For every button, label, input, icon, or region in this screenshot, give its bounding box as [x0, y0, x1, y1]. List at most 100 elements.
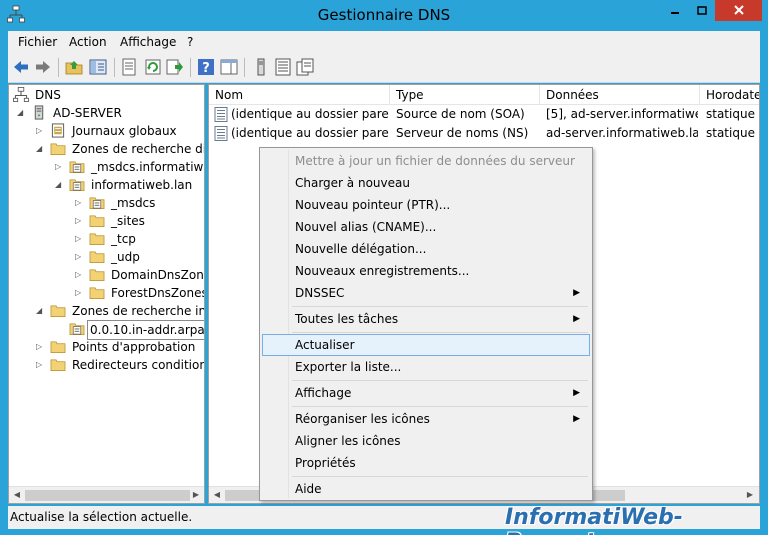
expand-icon[interactable]: ▷	[75, 234, 84, 244]
tree-label: DNS	[35, 88, 61, 102]
zone-icon	[69, 179, 85, 191]
tree-label: _msdcs.informatiweb	[91, 160, 204, 174]
tree-item-udp[interactable]: ▷ _udp	[75, 248, 203, 266]
tree-label: _udp	[111, 250, 140, 264]
tree-label: 0.0.10.in-addr.arpa	[87, 320, 204, 340]
title-bar[interactable]: Gestionnaire DNS	[0, 0, 768, 30]
folder-icon	[50, 305, 66, 317]
menu-separator	[292, 380, 588, 381]
up-folder-icon[interactable]	[65, 58, 83, 76]
expand-icon[interactable]: ▷	[75, 198, 84, 208]
tree-label: Zones de recherche direc	[72, 142, 205, 156]
refresh-icon[interactable]	[144, 58, 162, 76]
tree-item-conditional-forwarders[interactable]: ▷ Redirecteurs conditionne	[36, 356, 204, 374]
tree-item-sub-msdcs[interactable]: ▷ _msdcs	[75, 194, 203, 212]
tree-item-global-logs[interactable]: ▷ Journaux globaux	[36, 122, 203, 140]
help-icon[interactable]: ?	[197, 58, 215, 76]
watermark-logo: InformatiWeb-Pro.net	[505, 505, 683, 535]
tree-label: informatiweb.lan	[91, 178, 193, 192]
tree-item-reverse-zone[interactable]: 0.0.10.in-addr.arpa	[69, 320, 204, 340]
table-row[interactable]: (identique au dossier parent) Serveur de…	[209, 124, 759, 143]
export-list-icon[interactable]	[166, 58, 184, 76]
scroll-thumb[interactable]	[25, 490, 190, 501]
expand-icon[interactable]: ▷	[75, 216, 84, 226]
tree-item-dns[interactable]: DNS	[13, 86, 203, 104]
close-button[interactable]	[715, 0, 762, 21]
collapse-icon[interactable]: ◢	[36, 306, 45, 316]
menu-item-all-tasks[interactable]: Toutes les tâches ▶	[262, 308, 590, 330]
folder-icon	[89, 215, 105, 227]
column-header-type[interactable]: Type	[390, 85, 540, 105]
tree-horizontal-scrollbar[interactable]: ◀ ▶	[9, 486, 204, 503]
tree-label: ForestDnsZones	[111, 286, 205, 300]
toolbar: ?	[8, 53, 760, 83]
menu-item-new-cname[interactable]: Nouvel alias (CNAME)...	[262, 216, 590, 238]
server-icon[interactable]	[252, 58, 270, 76]
menu-item-reload[interactable]: Charger à nouveau	[262, 172, 590, 194]
column-header-data[interactable]: Données	[540, 85, 700, 105]
menu-item-arrange-icons[interactable]: Réorganiser les icônes ▶	[262, 408, 590, 430]
record-list-icon[interactable]	[274, 58, 292, 76]
expand-icon[interactable]: ▷	[75, 252, 84, 262]
minimize-button[interactable]	[661, 0, 688, 21]
window-title: Gestionnaire DNS	[317, 6, 451, 24]
tree-item-informatiweb[interactable]: ◢ informatiweb.lan	[55, 176, 203, 194]
expand-icon[interactable]: ▷	[75, 288, 84, 298]
show-hide-console-tree-icon[interactable]	[89, 58, 107, 76]
menu-item-new-ptr[interactable]: Nouveau pointeur (PTR)...	[262, 194, 590, 216]
column-header-timestamp[interactable]: Horodateur	[700, 85, 759, 105]
table-row[interactable]: (identique au dossier parent) Source de …	[209, 105, 759, 124]
menu-item-properties[interactable]: Propriétés	[262, 452, 590, 474]
tree-item-forward-zones[interactable]: ◢ Zones de recherche direc	[36, 140, 205, 158]
scroll-left-icon[interactable]: ◀	[211, 489, 223, 501]
menu-action[interactable]: Action	[69, 35, 107, 49]
forward-arrow-icon[interactable]	[34, 58, 52, 76]
collapse-icon[interactable]: ◢	[17, 108, 26, 118]
tree-item-forest-dns-zones[interactable]: ▷ ForestDnsZones	[75, 284, 205, 302]
menu-item-update-file: Mettre à jour un fichier de données du s…	[295, 154, 575, 168]
tree-item-sites[interactable]: ▷ _sites	[75, 212, 203, 230]
tree-item-trust-points[interactable]: ▷ Points d'approbation	[36, 338, 203, 356]
toolbar-separator	[58, 58, 59, 77]
menu-item-dnssec[interactable]: DNSSEC ▶	[262, 282, 590, 304]
menu-file[interactable]: Fichier	[18, 35, 57, 49]
collapse-icon[interactable]: ◢	[55, 180, 64, 190]
dns-manager-window: Gestionnaire DNS Fichier Action Affichag…	[0, 0, 768, 535]
menu-item-new-delegation[interactable]: Nouvelle délégation...	[262, 238, 590, 260]
scroll-right-icon[interactable]: ▶	[744, 489, 756, 501]
menu-separator	[292, 332, 588, 333]
expand-icon[interactable]: ▷	[36, 342, 45, 352]
menu-item-line-up-icons[interactable]: Aligner les icônes	[262, 430, 590, 452]
expand-icon[interactable]: ▷	[36, 126, 45, 136]
scroll-left-icon[interactable]: ◀	[11, 489, 23, 501]
menu-item-refresh[interactable]: Actualiser	[262, 334, 590, 356]
collapse-icon[interactable]: ◢	[36, 144, 45, 154]
tree-item-server[interactable]: ◢ AD-SERVER	[17, 104, 203, 122]
tree-item-reverse-zones[interactable]: ◢ Zones de recherche inver	[36, 302, 204, 320]
show-action-pane-icon[interactable]	[220, 58, 238, 76]
zone-icon	[89, 197, 105, 209]
menu-view[interactable]: Affichage	[120, 35, 176, 49]
tree-label: _tcp	[111, 232, 136, 246]
tree-item-tcp[interactable]: ▷ _tcp	[75, 230, 203, 248]
back-arrow-icon[interactable]	[12, 58, 30, 76]
tree-item-msdcs-zone[interactable]: ▷ _msdcs.informatiweb	[55, 158, 204, 176]
menu-item-export-list[interactable]: Exporter la liste...	[262, 356, 590, 378]
expand-icon[interactable]: ▷	[75, 270, 84, 280]
properties-sheet-icon[interactable]	[120, 58, 138, 76]
tree-item-domain-dns-zones[interactable]: ▷ DomainDnsZones	[75, 266, 204, 284]
cell-data: ad-server.informatiweb.lan.	[546, 126, 698, 140]
maximize-button[interactable]	[688, 0, 715, 21]
tree-label: Journaux globaux	[72, 124, 177, 138]
expand-icon[interactable]: ▷	[36, 360, 45, 370]
menu-item-new-records[interactable]: Nouveaux enregistrements...	[262, 260, 590, 282]
menu-item-view[interactable]: Affichage ▶	[262, 382, 590, 404]
copy-records-icon[interactable]	[296, 58, 314, 76]
menu-item-help[interactable]: Aide	[262, 478, 590, 500]
scroll-right-icon[interactable]: ▶	[190, 489, 202, 501]
menu-help[interactable]: ?	[187, 35, 193, 49]
folder-icon	[89, 251, 105, 263]
toolbar-separator	[190, 58, 191, 77]
column-header-name[interactable]: Nom	[209, 85, 390, 105]
expand-icon[interactable]: ▷	[55, 162, 64, 172]
